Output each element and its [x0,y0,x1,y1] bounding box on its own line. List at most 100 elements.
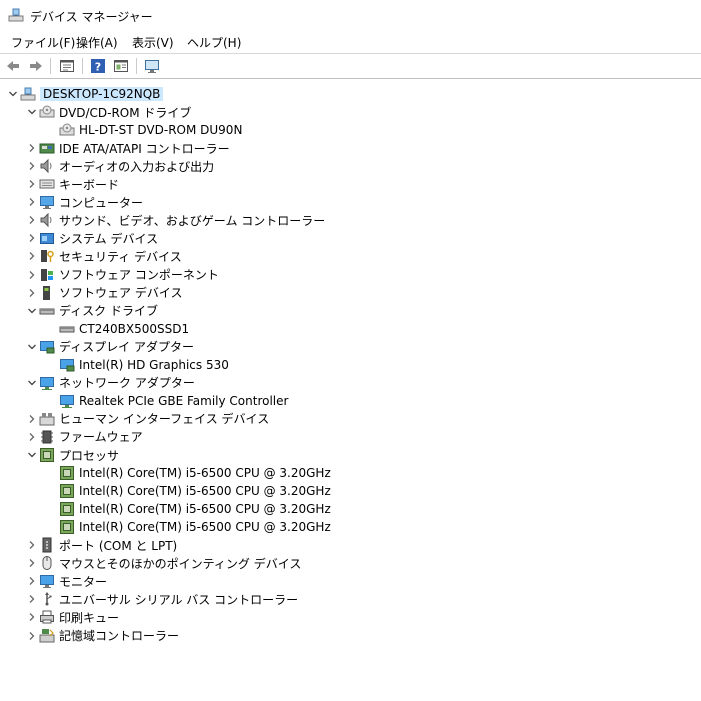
tree-category[interactable]: セキュリティ デバイス [25,247,182,265]
menu-bar: ファイル(F) 操作(A) 表示(V) ヘルプ(H) [0,31,701,54]
back-arrow-icon [7,61,19,71]
disk-drive-icon [39,308,55,315]
tree-device[interactable]: Intel(R) Core(TM) i5-6500 CPU @ 3.20GHz [45,482,331,500]
chevron-right-icon[interactable] [25,229,39,247]
tree-category[interactable]: ヒューマン インターフェイス デバイス [25,410,269,428]
help-button[interactable]: ? [89,57,107,75]
processor-icon [60,502,74,517]
tree-item-label: プロセッサ [59,448,120,463]
chevron-right-icon[interactable] [25,627,39,645]
chevron-right-icon[interactable] [25,266,39,284]
tree-category[interactable]: DVD/CD-ROM ドライブ [25,103,191,121]
chevron-right-icon[interactable] [25,590,39,608]
tree-item-label: ソフトウェア デバイス [59,286,183,301]
tree-device[interactable]: CT240BX500SSD1 [45,320,189,338]
chevron-right-icon[interactable] [25,554,39,572]
monitor-icon [40,575,54,589]
dvd-icon [39,105,55,118]
tree-device[interactable]: HL-DT-ST DVD-ROM DU90N [45,121,242,139]
chevron-right-icon[interactable] [25,536,39,554]
computer-icon [40,196,54,210]
scan-hardware-button[interactable] [143,57,161,75]
tree-item-label: Realtek PCIe GBE Family Controller [79,393,289,408]
tree-category[interactable]: システム デバイス [25,229,158,247]
chevron-right-icon[interactable] [25,284,39,302]
tree-category[interactable]: プロセッサ [25,446,119,464]
menu-view[interactable]: 表示(V) [131,34,175,51]
tree-category[interactable]: IDE ATA/ATAPI コントローラー [25,139,230,157]
tree-item-label: IDE ATA/ATAPI コントローラー [59,141,230,156]
chevron-down-icon[interactable] [25,338,39,356]
toolbar: ? [0,54,701,79]
chevron-right-icon[interactable] [25,247,39,265]
system-folder-icon [40,233,54,245]
chevron-right-icon[interactable] [25,139,39,157]
keyboard-icon [39,179,55,189]
tree-category[interactable]: ネットワーク アダプター [25,374,195,392]
processor-icon [60,466,74,481]
tree-category[interactable]: コンピューター [25,193,143,211]
tree-category[interactable]: ディスプレイ アダプター [25,338,194,356]
chevron-right-icon[interactable] [25,211,39,229]
firmware-icon [41,430,53,444]
menu-action[interactable]: 操作(A) [75,34,119,51]
device-manager-icon [8,8,24,22]
toolbar-separator [50,58,51,74]
tree-device[interactable]: Intel(R) Core(TM) i5-6500 CPU @ 3.20GHz [45,464,331,482]
tree-category[interactable]: 記憶域コントローラー [25,627,179,645]
chevron-right-icon[interactable] [25,410,39,428]
back-button[interactable] [4,57,22,75]
menu-help[interactable]: ヘルプ(H) [186,34,242,51]
tree-item-label: モニター [59,574,108,589]
forward-button[interactable] [27,57,45,75]
chevron-down-icon[interactable] [25,302,39,320]
speaker-icon [40,213,52,228]
tree-device[interactable]: Realtek PCIe GBE Family Controller [45,392,288,410]
help-icon: ? [91,59,105,74]
tree-category[interactable]: ソフトウェア デバイス [25,284,182,302]
menu-file[interactable]: ファイル(F) [10,34,76,51]
tree-item-label: キーボード [59,177,120,192]
chevron-down-icon[interactable] [6,85,20,103]
chevron-down-icon[interactable] [25,103,39,121]
software-component-icon [41,268,53,281]
toolbar-separator [82,58,83,74]
tree-device[interactable]: Intel(R) Core(TM) i5-6500 CPU @ 3.20GHz [45,518,331,536]
display-adapter-icon [60,358,75,372]
tree-category[interactable]: モニター [25,572,107,590]
tree-root[interactable]: DESKTOP-1C92NQB [6,85,164,103]
toolbar-separator [136,58,137,74]
tree-device[interactable]: Intel(R) Core(TM) i5-6500 CPU @ 3.20GHz [45,500,331,518]
chevron-right-icon[interactable] [25,572,39,590]
tree-category[interactable]: ソフトウェア コンポーネント [25,266,219,284]
tree-category[interactable]: オーディオの入力および出力 [25,157,214,175]
tree-device[interactable]: Intel(R) HD Graphics 530 [45,356,229,374]
tree-category[interactable]: マウスとそのほかのポインティング デバイス [25,554,301,572]
tree-item-label: Intel(R) Core(TM) i5-6500 CPU @ 3.20GHz [79,484,331,499]
properties-button[interactable] [58,57,76,75]
chevron-right-icon[interactable] [25,608,39,626]
chevron-right-icon[interactable] [25,175,39,193]
tree-category[interactable]: ポート (COM と LPT) [25,536,177,554]
tree-category[interactable]: ディスク ドライブ [25,302,158,320]
tree-category[interactable]: キーボード [25,175,119,193]
device-tree[interactable]: DESKTOP-1C92NQB DVD/CD-ROM ドライブ HL-DT-ST … [0,80,701,701]
tree-item-label: Intel(R) Core(TM) i5-6500 CPU @ 3.20GHz [79,466,331,481]
tree-item-label: Intel(R) HD Graphics 530 [79,357,229,372]
chevron-down-icon[interactable] [25,374,39,392]
view-button[interactable] [112,57,130,75]
tree-category[interactable]: サウンド、ビデオ、およびゲーム コントローラー [25,211,325,229]
svg-text:?: ? [95,61,101,74]
tree-item-label: セキュリティ デバイス [59,249,182,264]
tree-category[interactable]: 印刷キュー [25,608,119,626]
tree-category[interactable]: ユニバーサル シリアル バス コントローラー [25,590,298,608]
chevron-right-icon[interactable] [25,193,39,211]
chevron-right-icon[interactable] [25,157,39,175]
tree-category[interactable]: ファームウェア [25,428,143,446]
network-adapter-icon [40,376,54,390]
chevron-down-icon[interactable] [25,446,39,464]
printer-icon [40,610,54,624]
chevron-right-icon[interactable] [25,428,39,446]
